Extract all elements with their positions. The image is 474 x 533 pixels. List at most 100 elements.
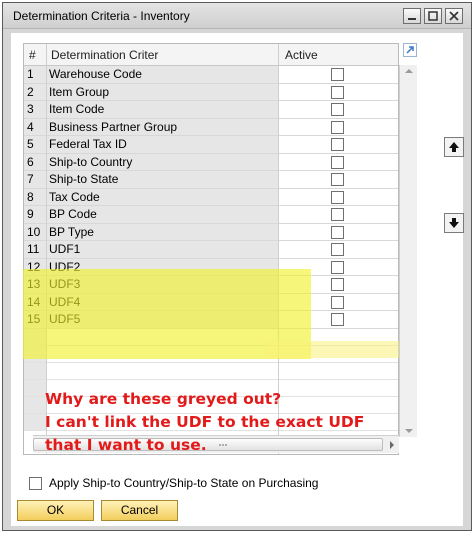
table-row[interactable]: 4 Business Partner Group: [24, 118, 398, 136]
header-num: #: [29, 48, 36, 62]
scroll-right-icon[interactable]: [385, 438, 399, 452]
row-number-empty: [24, 362, 46, 379]
active-checkbox[interactable]: [331, 278, 344, 291]
active-cell: [279, 293, 398, 311]
active-cell: [279, 101, 398, 119]
row-number: 12: [24, 258, 46, 276]
minimize-icon: [408, 18, 416, 20]
annotation-line-3: that I want to use.: [45, 436, 207, 454]
table-row[interactable]: 14 UDF4: [24, 293, 398, 311]
table-row[interactable]: 9 BP Code: [24, 206, 398, 224]
table-row[interactable]: 11 UDF1: [24, 241, 398, 259]
apply-ship-to-checkbox[interactable]: [29, 476, 42, 490]
ok-button[interactable]: OK: [17, 500, 94, 521]
criteria-name: Federal Tax ID: [47, 136, 278, 154]
row-number: 1: [24, 66, 46, 84]
table-row[interactable]: 5 Federal Tax ID: [24, 136, 398, 154]
row-number: 2: [24, 83, 46, 101]
row-number: 5: [24, 136, 46, 154]
annotation-text: Why are these greyed out? I can't link t…: [45, 388, 385, 457]
table-row[interactable]: 15 UDF5: [24, 311, 398, 329]
scroll-up-icon[interactable]: [400, 65, 418, 77]
table-row[interactable]: 8 Tax Code: [24, 188, 398, 206]
expand-icon[interactable]: [403, 43, 417, 57]
cancel-button[interactable]: Cancel: [101, 500, 178, 521]
empty-row: [24, 345, 398, 363]
table-row[interactable]: 3 Item Code: [24, 101, 398, 119]
row-number: 3: [24, 101, 46, 119]
active-checkbox[interactable]: [331, 295, 344, 309]
header-active[interactable]: Active: [285, 48, 318, 62]
active-checkbox[interactable]: [331, 138, 344, 151]
scroll-down-icon[interactable]: [400, 425, 418, 437]
active-checkbox[interactable]: [331, 68, 344, 81]
apply-ship-to-label: Apply Ship-to Country/Ship-to State on P…: [49, 476, 319, 490]
criteria-name: Business Partner Group: [47, 118, 278, 136]
criteria-name: BP Code: [47, 206, 278, 224]
row-number-empty: [24, 413, 46, 430]
maximize-button[interactable]: [424, 8, 442, 24]
row-number: 13: [24, 276, 46, 294]
dialog-window: Determination Criteria - Inventory # Det…: [2, 2, 472, 531]
row-number: 4: [24, 118, 46, 136]
active-cell: [279, 258, 398, 276]
close-button[interactable]: [445, 8, 463, 24]
table-row[interactable]: 2 Item Group: [24, 83, 398, 101]
table-row[interactable]: 12 UDF2: [24, 258, 398, 276]
criteria-name: UDF3: [47, 276, 278, 294]
move-down-button[interactable]: [444, 213, 464, 233]
active-checkbox[interactable]: [331, 190, 344, 204]
active-checkbox[interactable]: [331, 243, 344, 256]
active-checkbox[interactable]: [331, 208, 344, 221]
active-checkbox[interactable]: [331, 85, 344, 99]
dialog-body: # Determination Criter Active 1 Warehouse…: [11, 33, 464, 526]
criteria-name: UDF4: [47, 293, 278, 311]
active-cell: [279, 171, 398, 189]
criteria-name: Ship-to State: [47, 171, 278, 189]
active-cell: [279, 118, 398, 136]
apply-ship-to-option[interactable]: Apply Ship-to Country/Ship-to State on P…: [29, 476, 318, 490]
row-number-empty: [24, 328, 46, 345]
active-checkbox[interactable]: [331, 225, 344, 239]
header-criteria[interactable]: Determination Criter: [51, 48, 158, 62]
minimize-button[interactable]: [403, 8, 421, 24]
row-number: 8: [24, 188, 46, 206]
active-cell: [279, 83, 398, 101]
active-checkbox[interactable]: [331, 155, 344, 169]
active-checkbox[interactable]: [331, 173, 344, 186]
row-number: 15: [24, 311, 46, 329]
criteria-name: Warehouse Code: [47, 66, 278, 84]
active-cell: [279, 188, 398, 206]
active-cell: [279, 66, 398, 84]
move-up-button[interactable]: [444, 137, 464, 157]
row-number-empty: [24, 379, 46, 396]
criteria-name: Item Group: [47, 83, 278, 101]
active-checkbox[interactable]: [331, 103, 344, 116]
row-number-empty: [24, 345, 46, 362]
active-cell: [279, 276, 398, 294]
active-checkbox[interactable]: [331, 260, 344, 274]
table-row[interactable]: 10 BP Type: [24, 223, 398, 241]
table-row[interactable]: 7 Ship-to State: [24, 171, 398, 189]
table-row[interactable]: 13 UDF3: [24, 276, 398, 294]
vertical-scrollbar[interactable]: [399, 65, 417, 437]
table-row[interactable]: 6 Ship-to Country: [24, 153, 398, 171]
arrow-down-icon: [449, 218, 459, 228]
row-number: 11: [24, 241, 46, 259]
row-number: 14: [24, 293, 46, 311]
row-number: 7: [24, 171, 46, 189]
arrow-up-icon: [449, 142, 459, 152]
active-checkbox[interactable]: [331, 120, 344, 134]
criteria-name: UDF2: [47, 258, 278, 276]
table-row[interactable]: 1 Warehouse Code: [24, 66, 398, 84]
empty-row: [24, 362, 398, 380]
close-icon: [449, 11, 459, 21]
row-number: 10: [24, 223, 46, 241]
annotation-line-1: Why are these greyed out?: [45, 390, 282, 408]
title-bar[interactable]: Determination Criteria - Inventory: [3, 3, 471, 29]
active-checkbox[interactable]: [331, 313, 344, 326]
empty-row: [24, 328, 398, 346]
criteria-name: UDF1: [47, 241, 278, 259]
row-number: 6: [24, 153, 46, 171]
active-cell: [279, 223, 398, 241]
